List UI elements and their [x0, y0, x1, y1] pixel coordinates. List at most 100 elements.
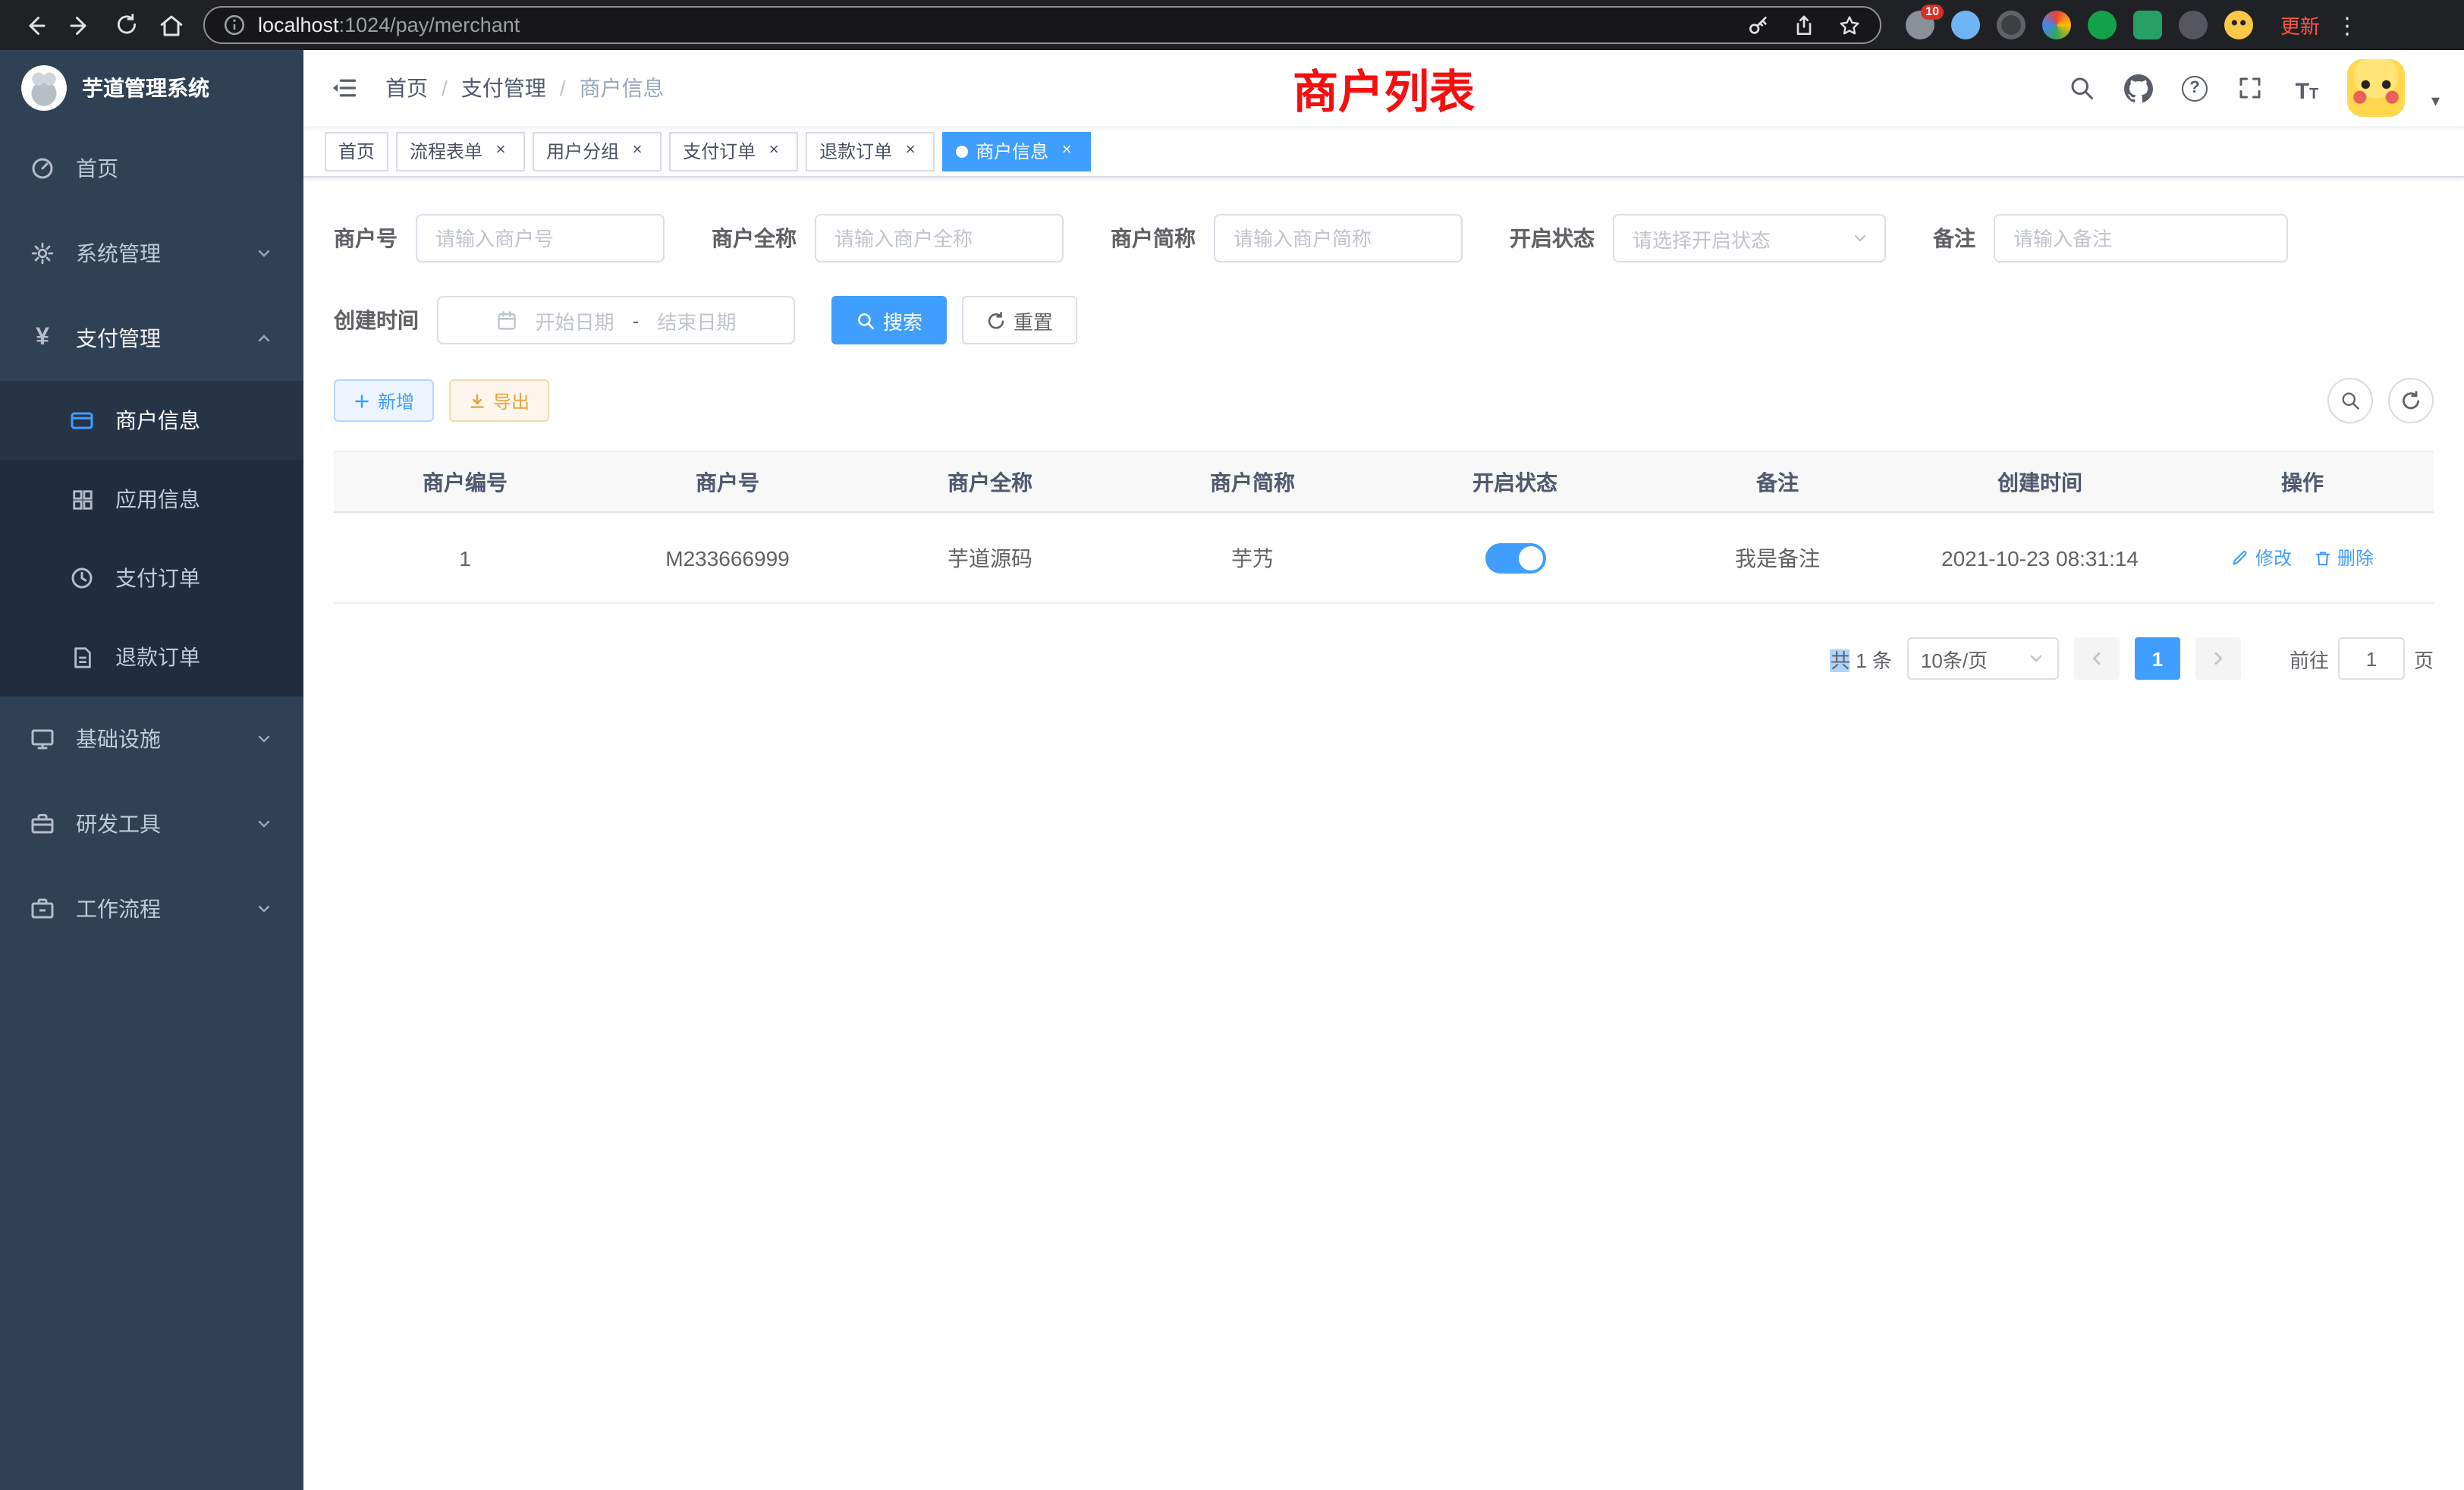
sidebar-item-label: 退款订单: [115, 642, 200, 672]
sidebar-logo[interactable]: 芋道管理系统: [0, 50, 303, 126]
sidebar-item-label: 研发工具: [76, 809, 161, 839]
tab-merchant-info[interactable]: 商户信息×: [942, 131, 1091, 171]
logo-avatar: [21, 65, 67, 111]
merchant-no-input[interactable]: [416, 214, 665, 262]
tab-process-form[interactable]: 流程表单×: [396, 131, 525, 171]
help-icon[interactable]: ?: [2180, 73, 2210, 103]
sidebar-item-dev-tools[interactable]: 研发工具: [0, 781, 303, 866]
yen-icon: ¥: [30, 326, 55, 350]
sidebar-item-workflow[interactable]: 工作流程: [0, 866, 303, 951]
chevron-down-icon: [255, 900, 273, 918]
sidebar-item-refund-orders[interactable]: 退款订单: [0, 618, 303, 696]
sidebar-item-label: 首页: [76, 153, 118, 184]
close-icon[interactable]: ×: [490, 140, 511, 162]
sidebar-item-home[interactable]: 首页: [0, 126, 303, 211]
briefcase-icon: [30, 897, 55, 921]
extension-icon[interactable]: [2133, 11, 2162, 39]
sidebar-item-merchant-info[interactable]: 商户信息: [0, 381, 303, 460]
status-select[interactable]: 请选择开启状态: [1613, 214, 1886, 262]
sidebar-item-app-info[interactable]: 应用信息: [0, 460, 303, 539]
reset-button[interactable]: 重置: [962, 296, 1077, 344]
fullscreen-icon[interactable]: [2236, 73, 2266, 103]
browser-chrome: localhost:1024/pay/merchant 10: [0, 0, 2464, 50]
sidebar-item-label: 应用信息: [115, 484, 200, 514]
sidebar-item-system[interactable]: 系统管理: [0, 211, 303, 296]
close-icon[interactable]: ×: [1056, 140, 1077, 162]
delete-link[interactable]: 删除: [2313, 545, 2374, 571]
cell-merchant-name: 芋道源码: [859, 513, 1121, 604]
card-icon: [70, 408, 94, 432]
star-icon[interactable]: [1837, 13, 1862, 37]
breadcrumb-separator: /: [442, 76, 448, 100]
column-header: 商户号: [596, 452, 859, 513]
column-header: 操作: [2171, 452, 2434, 513]
short-name-input[interactable]: [1214, 214, 1463, 262]
next-page-button[interactable]: [2195, 637, 2241, 680]
extension-icon[interactable]: 10: [1906, 11, 1934, 39]
extension-icon[interactable]: [2088, 11, 2117, 39]
extension-icon[interactable]: [1997, 11, 2026, 39]
refresh-table-button[interactable]: [2388, 378, 2434, 423]
create-time-range-picker[interactable]: 开始日期 - 结束日期: [437, 296, 795, 344]
extension-icon[interactable]: [2224, 11, 2253, 39]
avatar[interactable]: [2348, 59, 2406, 117]
sidebar-item-pay-orders[interactable]: 支付订单: [0, 539, 303, 618]
edit-icon: [2231, 549, 2249, 567]
tab-user-group[interactable]: 用户分组×: [533, 131, 662, 171]
sidebar-item-label: 系统管理: [76, 238, 161, 269]
add-button[interactable]: 新增: [334, 379, 434, 422]
search-icon[interactable]: [2067, 73, 2098, 103]
active-dot: [956, 145, 968, 157]
toggle-search-button[interactable]: [2327, 378, 2373, 423]
page-number-button[interactable]: 1: [2135, 637, 2180, 680]
info-icon[interactable]: [223, 14, 246, 36]
page-size-select[interactable]: 10条/页: [1907, 637, 2059, 680]
breadcrumb-home[interactable]: 首页: [385, 73, 428, 103]
more-menu-icon[interactable]: ⋮: [2335, 11, 2359, 39]
table-header-row: 商户编号 商户号 商户全称 商户简称 开启状态 备注 创建时间 操作: [334, 452, 2434, 513]
home-icon[interactable]: [152, 5, 191, 45]
close-icon[interactable]: ×: [900, 140, 921, 162]
end-date-placeholder: 结束日期: [657, 306, 736, 335]
close-icon[interactable]: ×: [627, 140, 648, 162]
back-icon[interactable]: [15, 5, 55, 45]
sidebar-item-infrastructure[interactable]: 基础设施: [0, 696, 303, 781]
reload-icon[interactable]: [106, 5, 146, 45]
share-icon[interactable]: [1792, 13, 1816, 37]
filter-row-2: 创建时间 开始日期 - 结束日期 搜索: [334, 296, 2434, 344]
merchant-name-input[interactable]: [815, 214, 1064, 262]
status-label: 开启状态: [1510, 223, 1595, 253]
pagination: 共 1 条 10条/页 1 前往: [334, 637, 2434, 680]
breadcrumb-payment[interactable]: 支付管理: [461, 73, 546, 103]
tab-home[interactable]: 首页: [325, 131, 388, 171]
edit-link[interactable]: 修改: [2231, 545, 2292, 571]
sidebar-item-payment[interactable]: ¥ 支付管理: [0, 296, 303, 381]
tab-pay-orders[interactable]: 支付订单×: [669, 131, 798, 171]
hamburger-fold-icon[interactable]: [328, 71, 361, 105]
key-icon[interactable]: [1746, 13, 1771, 37]
column-header: 商户编号: [334, 452, 596, 513]
app-title: 芋道管理系统: [82, 73, 209, 103]
extension-icon[interactable]: [2179, 11, 2208, 39]
export-button[interactable]: 导出: [449, 379, 549, 422]
tab-refund-orders[interactable]: 退款订单×: [806, 131, 935, 171]
font-size-icon[interactable]: TT: [2292, 73, 2322, 103]
extension-icon[interactable]: [2042, 11, 2071, 39]
extension-icon[interactable]: [1951, 11, 1980, 39]
close-icon[interactable]: ×: [763, 140, 784, 162]
merchant-no-label: 商户号: [334, 223, 398, 253]
status-toggle[interactable]: [1485, 542, 1545, 573]
document-icon: [70, 645, 94, 669]
remark-input[interactable]: [1994, 214, 2288, 262]
column-header: 商户全称: [859, 452, 1121, 513]
cell-create-time: 2021-10-23 08:31:14: [1909, 513, 2171, 604]
search-button[interactable]: 搜索: [831, 296, 947, 344]
github-icon[interactable]: [2123, 73, 2154, 103]
address-bar[interactable]: localhost:1024/pay/merchant: [203, 6, 1881, 44]
browser-update-button[interactable]: 更新: [2280, 11, 2320, 39]
prev-page-button[interactable]: [2074, 637, 2120, 680]
forward-icon[interactable]: [61, 5, 100, 45]
table-toolbar: 新增 导出: [334, 378, 2434, 423]
jump-page-input[interactable]: [2338, 637, 2405, 680]
chevron-down-icon[interactable]: ▾: [2431, 90, 2440, 110]
